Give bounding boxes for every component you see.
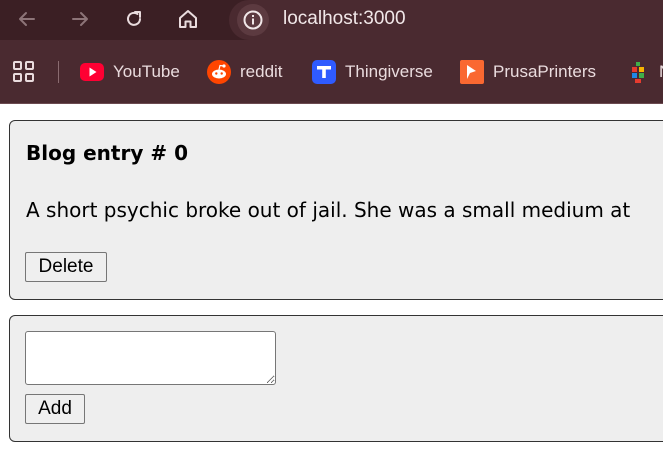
new-entry-textarea[interactable]: [25, 331, 276, 385]
arrow-right-icon: [72, 12, 88, 26]
youtube-icon: [80, 60, 104, 84]
info-icon: [243, 10, 263, 30]
page-content: Blog entry # 0 A short psychic broke out…: [0, 104, 663, 466]
home-icon: [179, 10, 197, 28]
back-button[interactable]: [13, 5, 41, 33]
bookmark-label: PrusaPrinters: [493, 62, 596, 81]
blog-entry-body: A short psychic broke out of jail. She w…: [26, 198, 631, 222]
bookmark-reddit[interactable]: reddit: [207, 60, 283, 84]
bookmark-thingiverse[interactable]: Thingiverse: [312, 60, 433, 84]
address-bar[interactable]: localhost:3000: [229, 0, 663, 40]
forward-button[interactable]: [66, 5, 94, 33]
bookmark-n[interactable]: N: [626, 60, 663, 84]
thingiverse-icon: [312, 60, 336, 84]
arrow-left-icon: [19, 12, 35, 26]
delete-button[interactable]: Delete: [25, 252, 107, 282]
bookmarks-bar: YouTube reddit Thingiverse PrusaPrinters: [0, 40, 663, 104]
reddit-icon: [207, 60, 231, 84]
blog-entry-title: Blog entry # 0: [26, 141, 188, 165]
multicolor-icon: [626, 60, 650, 84]
reload-icon: [127, 11, 141, 26]
bookmark-label: Thingiverse: [345, 62, 433, 81]
add-button[interactable]: Add: [25, 394, 85, 424]
home-button[interactable]: [174, 5, 202, 33]
bookmark-label: N: [659, 62, 663, 82]
url-text[interactable]: localhost:3000: [283, 8, 406, 30]
apps-grid-icon[interactable]: [12, 60, 36, 84]
bookmark-label: reddit: [240, 62, 283, 81]
prusa-icon: [460, 60, 484, 84]
bookmarks-divider: [58, 61, 59, 83]
browser-toolbar: localhost:3000: [0, 0, 663, 40]
reload-button[interactable]: [120, 5, 148, 33]
bookmark-prusaprinters[interactable]: PrusaPrinters: [460, 60, 596, 84]
bookmark-youtube[interactable]: YouTube: [80, 60, 180, 84]
site-info-button[interactable]: [237, 4, 269, 36]
add-entry-card: Add: [9, 315, 663, 442]
blog-entry-card: Blog entry # 0 A short psychic broke out…: [9, 120, 663, 300]
bookmark-label: YouTube: [113, 62, 180, 81]
